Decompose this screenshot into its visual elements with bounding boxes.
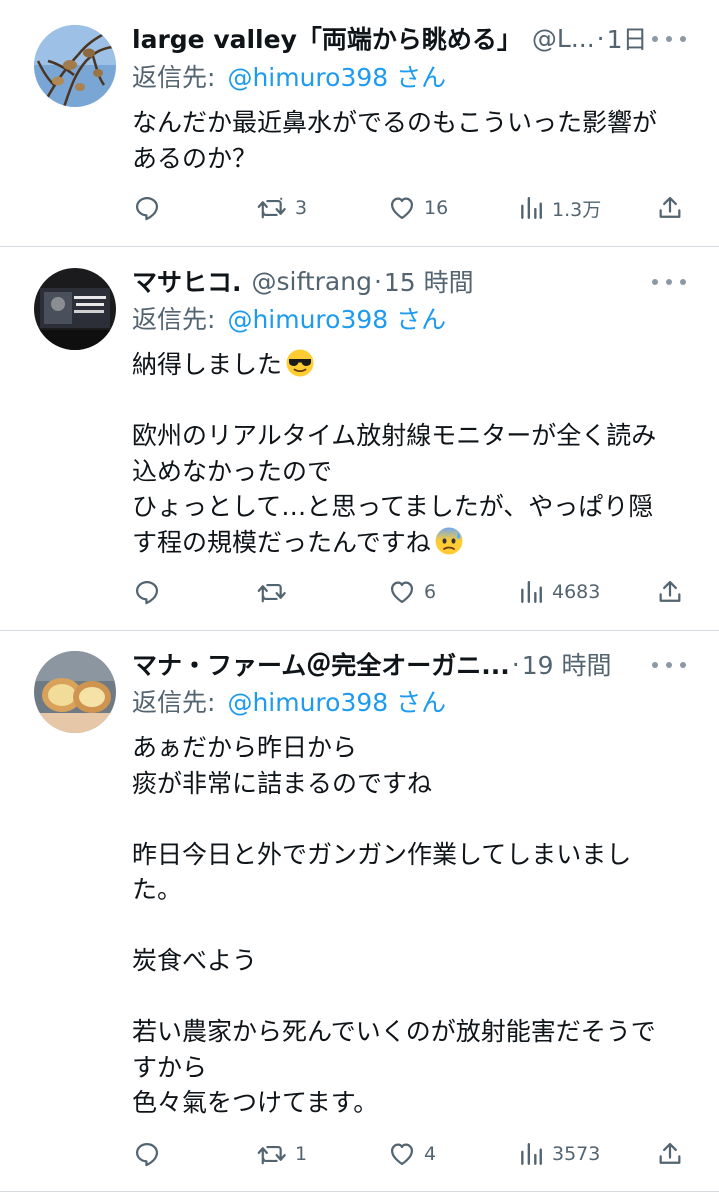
more-options-icon[interactable]: [652, 655, 686, 675]
display-name[interactable]: マナ・ファーム＠完全オーガニ...: [132, 646, 510, 682]
avatar[interactable]: [34, 651, 116, 733]
views-button[interactable]: 3573: [518, 1134, 600, 1174]
heart-icon: [390, 581, 414, 604]
anxious-face-with-sweat-emoji: [434, 526, 464, 556]
reply-button[interactable]: [133, 1134, 161, 1174]
avatar-bread-image: [34, 651, 116, 733]
tweet[interactable]: マサヒコ. @siftrang · 15 時間 返信先: @himuro398 さ…: [0, 247, 719, 630]
view-count: 1.3万: [552, 198, 602, 221]
action-bar: 3 16 1.3万: [0, 188, 719, 228]
tweet-text: なんだか最近鼻水がでるのもこういった影響が あるのか？: [132, 105, 682, 176]
timestamp[interactable]: 1日: [607, 20, 648, 56]
reply-icon: [135, 1142, 159, 1167]
avatar[interactable]: [34, 25, 116, 107]
views-bar-chart-icon: [521, 581, 542, 603]
reply-button[interactable]: [133, 572, 161, 612]
tweet-paragraph: 炭食べよう: [132, 946, 258, 975]
tweet[interactable]: マナ・ファーム＠完全オーガニ... · 19 時間 返信先: @himuro398…: [0, 631, 719, 1191]
display-name[interactable]: large valley「両端から眺める」: [132, 20, 522, 56]
reply-prefix: 返信先:: [132, 63, 216, 92]
like-button[interactable]: 6: [388, 572, 436, 612]
tweet-paragraph: 納得しました: [132, 347, 682, 383]
like-count: 6: [424, 581, 437, 603]
timestamp[interactable]: 19 時間: [522, 646, 612, 682]
retweet-button[interactable]: 3: [257, 188, 307, 228]
like-button[interactable]: 16: [388, 188, 448, 228]
tweet-paragraph: 昨日今日と外でガンガン作業してしまいまし た。: [132, 839, 632, 905]
like-button[interactable]: 4: [388, 1134, 436, 1174]
avatar-birds-branches-image: [34, 25, 116, 107]
tweet-paragraph: 欧州のリアルタイム放射線モニターが全く読み 込めなかったので ひょっとして…と思…: [132, 418, 682, 560]
separator-dot: ·: [511, 649, 520, 679]
tweet-header: large valley「両端から眺める」 @L... · 1日: [132, 18, 679, 58]
views-bar-chart-icon: [521, 1143, 542, 1165]
reply-prefix: 返信先:: [132, 305, 216, 334]
retweet-button[interactable]: [257, 572, 295, 612]
tweet-text: 納得しました 欧州のリアルタイム放射線モニターが全く読み 込めなかったので ひょ…: [132, 347, 682, 560]
user-handle[interactable]: @siftrang: [252, 267, 372, 296]
retweet-icon: [257, 197, 286, 219]
reply-button[interactable]: [133, 188, 161, 228]
divider: [0, 1191, 719, 1192]
avatar[interactable]: [34, 268, 116, 350]
tweet-paragraph: なんだか最近鼻水がでるのもこういった影響が あるのか？: [132, 108, 658, 173]
share-button[interactable]: [656, 188, 684, 228]
reply-prefix: 返信先:: [132, 688, 216, 717]
reply-mention-link[interactable]: @himuro398 さん: [227, 688, 446, 717]
reply-icon: [135, 580, 159, 605]
display-name[interactable]: マサヒコ.: [132, 263, 242, 299]
user-handle[interactable]: @L...: [532, 24, 595, 53]
tweet-paragraph-text: 納得しました: [132, 350, 283, 379]
share-upload-icon: [659, 196, 681, 218]
tweet-header: マナ・ファーム＠完全オーガニ... · 19 時間: [132, 644, 679, 684]
action-bar: 6 4683: [0, 572, 719, 612]
heart-icon: [390, 197, 414, 220]
views-button[interactable]: 1.3万: [518, 188, 601, 228]
view-count: 4683: [552, 581, 601, 603]
tweet-paragraph: 若い農家から死んでいくのが放射能害だそうで すから 色々氣をつけてます。: [132, 1017, 656, 1117]
avatar-stadium-screen-image: [34, 268, 116, 350]
view-count: 3573: [552, 1143, 601, 1165]
like-count: 16: [424, 197, 449, 219]
heart-icon: [390, 1143, 414, 1166]
tweet-paragraph: あぁだから昨日から 痰が非常に詰まるのですね: [132, 733, 433, 798]
reply-to-line: 返信先: @himuro398 さん: [132, 683, 446, 723]
sunglasses-face-emoji: [285, 348, 315, 378]
timestamp[interactable]: 15 時間: [384, 263, 474, 299]
share-upload-icon: [659, 1142, 681, 1164]
reply-to-line: 返信先: @himuro398 さん: [132, 300, 446, 340]
separator-dot: ·: [373, 266, 382, 296]
share-button[interactable]: [656, 572, 684, 612]
views-button[interactable]: 4683: [518, 572, 600, 612]
like-count: 4: [424, 1143, 437, 1165]
tweet-paragraph-text: 欧州のリアルタイム放射線モニターが全く読み 込めなかったので ひょっとして…と思…: [132, 421, 657, 557]
retweet-count: 3: [295, 197, 308, 219]
tweet-text: あぁだから昨日から 痰が非常に詰まるのですね 昨日今日と外でガンガン作業してしま…: [132, 730, 682, 1121]
views-bar-chart-icon: [521, 197, 542, 219]
tweet[interactable]: large valley「両端から眺める」 @L... · 1日 返信先: @hi…: [0, 0, 719, 246]
share-button[interactable]: [656, 1134, 684, 1174]
action-bar: 1 4 3573: [0, 1134, 719, 1174]
reply-to-line: 返信先: @himuro398 さん: [132, 58, 446, 98]
reply-mention-link[interactable]: @himuro398 さん: [227, 305, 446, 334]
reply-mention-link[interactable]: @himuro398 さん: [227, 63, 446, 92]
share-upload-icon: [659, 580, 681, 602]
more-options-icon[interactable]: [652, 29, 686, 49]
retweet-count: 1: [295, 1143, 308, 1165]
separator-dot: ·: [596, 23, 605, 53]
more-options-icon[interactable]: [652, 272, 686, 292]
retweet-icon: [257, 1145, 286, 1165]
retweet-button[interactable]: 1: [257, 1134, 307, 1174]
tweet-header: マサヒコ. @siftrang · 15 時間: [132, 261, 679, 301]
reply-icon: [135, 196, 159, 221]
retweet-icon: [257, 583, 286, 603]
